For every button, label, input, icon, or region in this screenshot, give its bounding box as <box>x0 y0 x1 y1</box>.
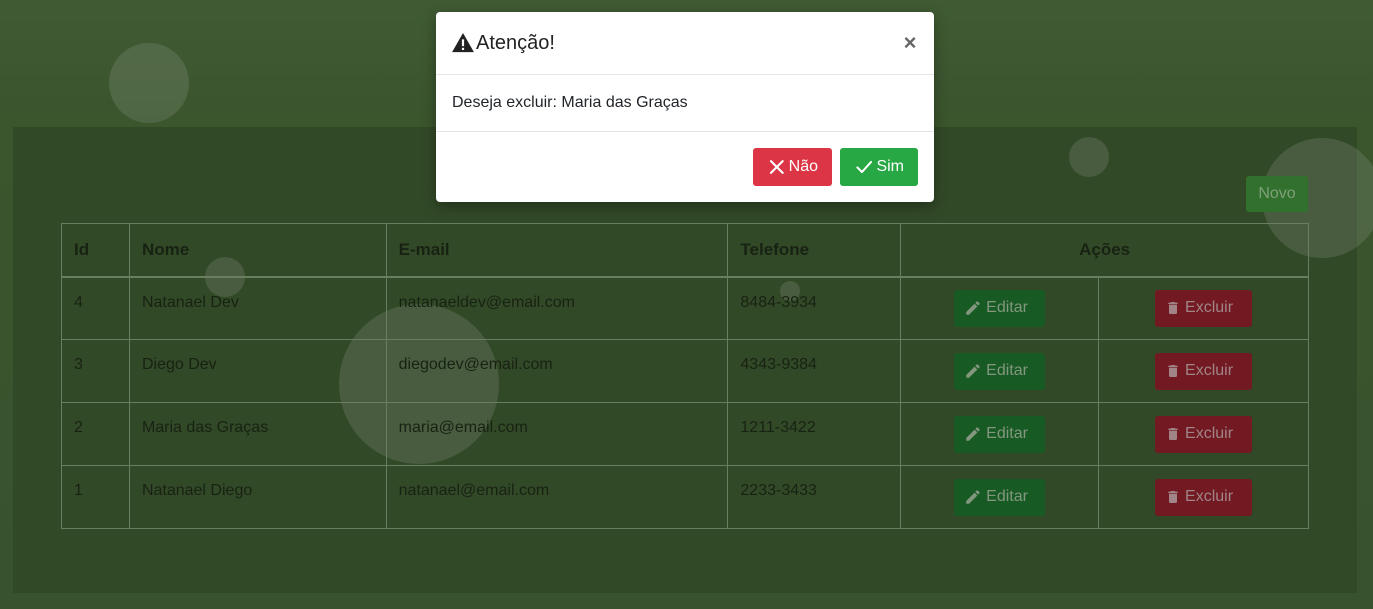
no-label: Não <box>788 158 818 175</box>
yes-button[interactable]: Sim <box>840 148 918 186</box>
dialog-title-text: Atenção! <box>476 31 555 54</box>
close-button[interactable]: × <box>900 30 920 55</box>
yes-label: Sim <box>876 158 904 175</box>
warning-icon <box>452 33 474 53</box>
dialog-message: Deseja excluir: Maria das Graças <box>436 75 934 132</box>
dialog-title: Atenção! <box>452 32 555 55</box>
check-icon <box>856 160 873 174</box>
x-icon <box>769 160 784 174</box>
no-button[interactable]: Não <box>753 148 832 186</box>
dialog-footer: Não Sim <box>436 132 934 202</box>
confirm-delete-dialog: Atenção! × Deseja excluir: Maria das Gra… <box>436 12 934 202</box>
dialog-header: Atenção! × <box>436 12 934 75</box>
